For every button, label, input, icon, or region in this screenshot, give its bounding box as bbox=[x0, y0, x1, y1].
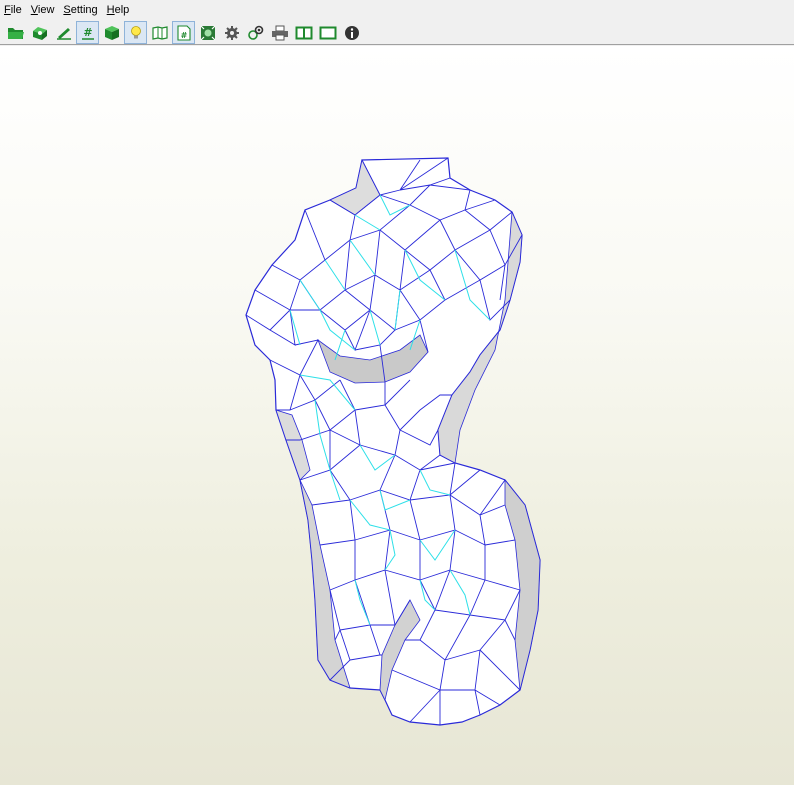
3d-viewport[interactable] bbox=[0, 46, 794, 785]
edit-pen-icon bbox=[56, 27, 71, 40]
torso-mesh-model bbox=[245, 157, 541, 726]
edge-id-button[interactable]: # bbox=[172, 21, 195, 44]
unfold-icon bbox=[32, 26, 47, 40]
light-bulb-icon bbox=[130, 25, 141, 38]
menu-view[interactable]: View bbox=[27, 0, 60, 21]
print-icon bbox=[271, 25, 288, 40]
menu-help[interactable]: Help bbox=[103, 0, 135, 21]
edge-id-glyph: # bbox=[180, 31, 187, 40]
menu-file[interactable]: File bbox=[0, 0, 27, 21]
toolbar: # # bbox=[0, 21, 794, 45]
3d-box-icon bbox=[104, 25, 119, 40]
unfold-button[interactable] bbox=[28, 21, 51, 44]
single-view-icon bbox=[319, 26, 336, 39]
view-options-icon bbox=[247, 25, 263, 40]
show-numbers-button[interactable]: # bbox=[76, 21, 99, 44]
edit-button[interactable] bbox=[52, 21, 75, 44]
open-folder-icon bbox=[7, 27, 24, 39]
view-options-button[interactable] bbox=[244, 21, 267, 44]
settings-button[interactable] bbox=[220, 21, 243, 44]
open-button[interactable] bbox=[4, 21, 27, 44]
print-button[interactable] bbox=[268, 21, 291, 44]
show-numbers-glyph: # bbox=[83, 26, 92, 39]
edge-id-icon: # bbox=[176, 24, 191, 41]
show-flaps-button[interactable] bbox=[148, 21, 171, 44]
single-view-button[interactable] bbox=[316, 21, 339, 44]
menu-setting[interactable]: Setting bbox=[59, 0, 102, 21]
menu-bar: File View Setting Help bbox=[0, 0, 794, 21]
show-flaps-icon bbox=[151, 25, 168, 40]
lighting-button[interactable] bbox=[124, 21, 147, 44]
3d-view-button[interactable] bbox=[100, 21, 123, 44]
show-numbers-icon: # bbox=[81, 26, 94, 40]
fit-view-icon bbox=[200, 25, 215, 40]
info-button[interactable] bbox=[340, 21, 363, 44]
settings-gear-icon bbox=[224, 25, 239, 40]
split-view-icon bbox=[295, 26, 312, 39]
fit-view-button[interactable] bbox=[196, 21, 219, 44]
info-icon bbox=[344, 25, 359, 40]
split-view-button[interactable] bbox=[292, 21, 315, 44]
